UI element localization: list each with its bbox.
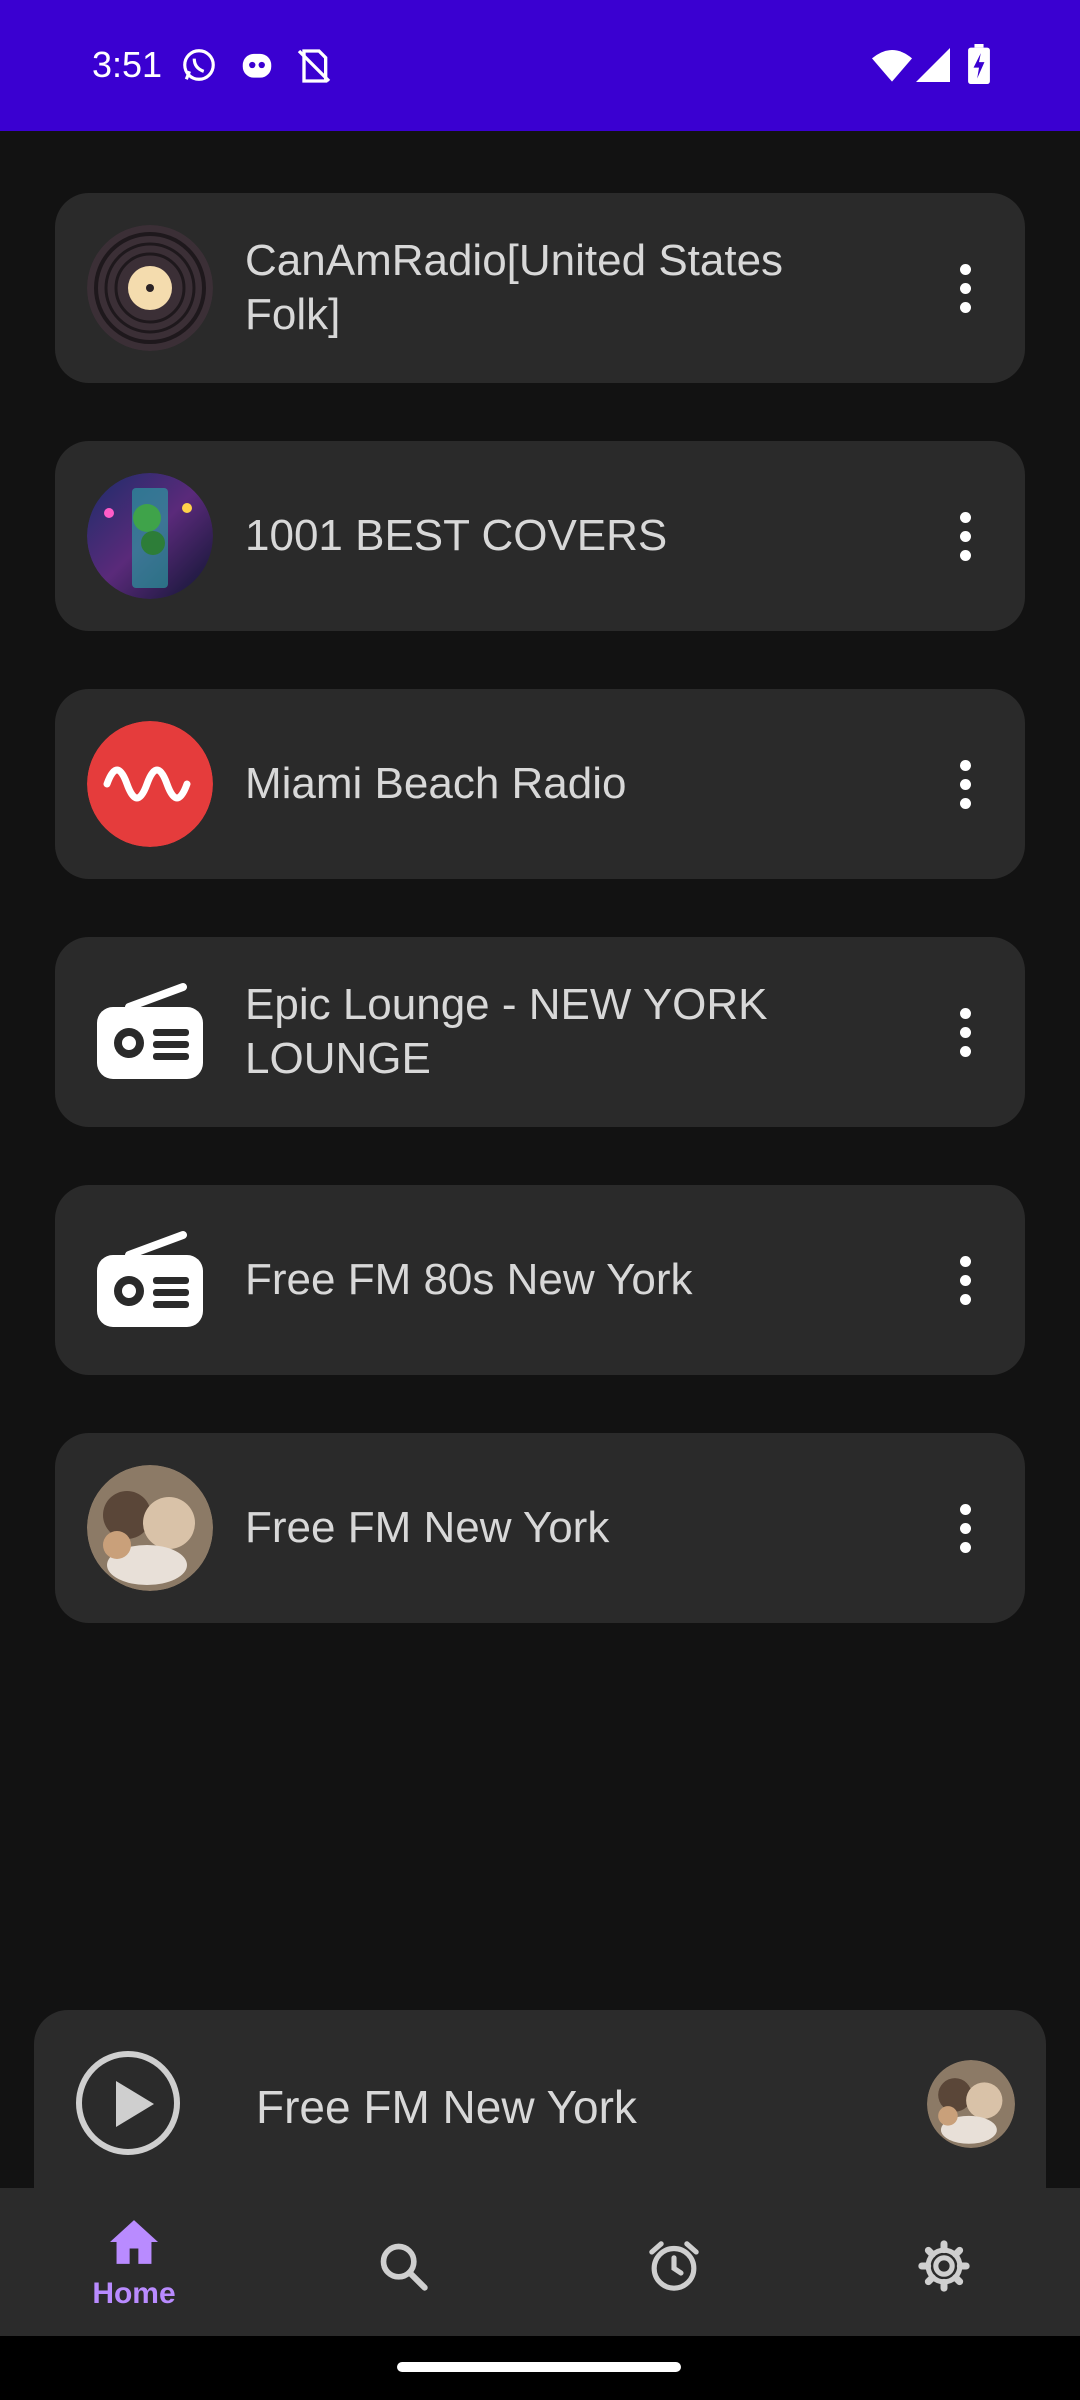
home-gesture-handle[interactable] — [397, 2362, 681, 2372]
bottom-navigation: Home — [0, 2188, 1080, 2336]
station-name: Epic Lounge - NEW YORK LOUNGE — [245, 980, 768, 1083]
station-name: Miami Beach Radio — [245, 759, 627, 808]
status-time: 3:51 — [92, 44, 163, 85]
nav-settings[interactable] — [869, 2218, 1019, 2318]
station-card[interactable]: CanAmRadio[United States Folk] — [55, 193, 1025, 383]
status-bar: 3:51 — [0, 0, 1080, 131]
nav-home[interactable]: Home — [59, 2218, 209, 2318]
more-options-icon[interactable] — [945, 501, 985, 571]
station-logo-image — [87, 473, 213, 599]
more-options-icon[interactable] — [945, 997, 985, 1067]
station-card[interactable]: Miami Beach Radio — [55, 689, 1025, 879]
nav-home-label: Home — [92, 2277, 176, 2310]
nav-alarm[interactable] — [599, 2218, 749, 2318]
system-gesture-bar — [0, 2336, 1080, 2400]
settings-icon — [918, 2240, 970, 2292]
battery-charging-icon — [968, 44, 990, 84]
station-card[interactable]: Epic Lounge - NEW YORK LOUNGE — [55, 937, 1025, 1127]
more-options-icon[interactable] — [945, 1493, 985, 1563]
radio-icon — [87, 1217, 213, 1343]
station-card[interactable]: Free FM New York — [55, 1433, 1025, 1623]
station-list: CanAmRadio[United States Folk] 1001 BEST… — [55, 193, 1025, 1681]
more-options-icon[interactable] — [945, 253, 985, 323]
station-name: Free FM New York — [245, 1503, 610, 1552]
whatsapp-icon — [183, 49, 215, 81]
now-playing-title: Free FM New York — [256, 2081, 637, 2133]
wifi-icon — [872, 50, 912, 82]
more-options-icon[interactable] — [945, 749, 985, 819]
now-playing-artwork — [927, 2060, 1015, 2148]
nav-search[interactable] — [328, 2218, 478, 2318]
station-photo-image — [87, 1465, 213, 1591]
station-card[interactable]: Free FM 80s New York — [55, 1185, 1025, 1375]
station-name: 1001 BEST COVERS — [245, 511, 668, 560]
home-icon — [110, 2220, 158, 2264]
more-options-icon[interactable] — [945, 1245, 985, 1315]
vinyl-record-icon — [87, 225, 213, 351]
station-card[interactable]: 1001 BEST COVERS — [55, 441, 1025, 631]
station-name: CanAmRadio[United States Folk] — [245, 236, 784, 339]
play-icon[interactable] — [76, 2051, 180, 2155]
sound-wave-icon — [87, 721, 213, 847]
robot-icon — [242, 53, 272, 78]
signal-icon — [916, 48, 950, 82]
search-icon — [380, 2243, 428, 2291]
radio-icon — [87, 969, 213, 1095]
station-name: Free FM 80s New York — [245, 1255, 693, 1304]
alarm-icon — [649, 2241, 699, 2291]
no-sim-icon — [297, 49, 331, 83]
